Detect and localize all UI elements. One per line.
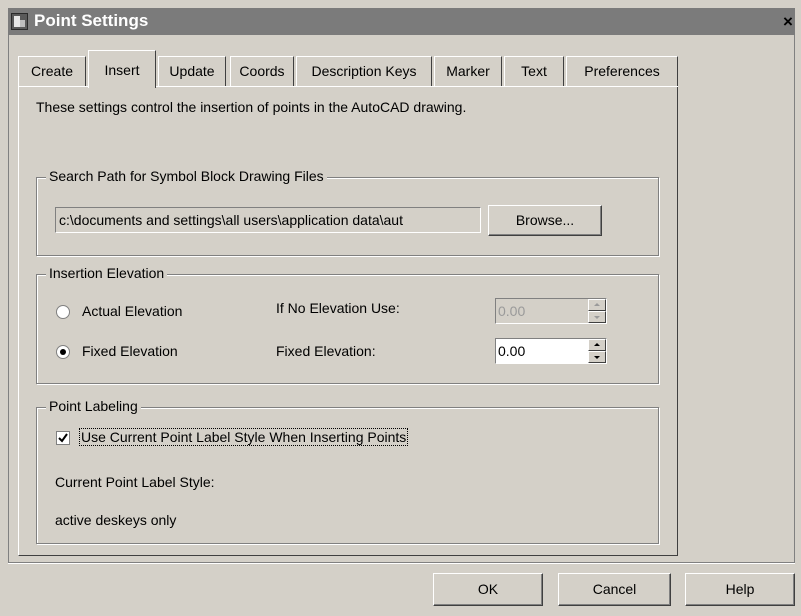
title-bar: Point Settings <box>8 8 795 35</box>
point-labeling-legend: Point Labeling <box>46 398 141 414</box>
close-button[interactable]: × <box>780 13 796 30</box>
fixed-elevation-label[interactable]: Fixed Elevation <box>82 343 178 359</box>
current-style-label: Current Point Label Style: <box>55 474 215 490</box>
browse-button[interactable]: Browse... <box>488 205 602 236</box>
tab-create[interactable]: Create <box>18 56 86 86</box>
fixed-elevation-spinner[interactable]: 0.00 <box>495 338 607 364</box>
tab-update[interactable]: Update <box>158 56 226 86</box>
fixed-elevation-field-label: Fixed Elevation: <box>276 343 376 359</box>
tab-insert[interactable]: Insert <box>88 50 156 88</box>
spin-up-icon <box>588 299 606 311</box>
use-current-label-checkbox[interactable] <box>56 431 70 445</box>
check-icon <box>58 433 68 443</box>
spin-down-icon <box>588 311 606 323</box>
search-path-field[interactable]: c:\documents and settings\all users\appl… <box>55 207 481 233</box>
intro-text: These settings control the insertion of … <box>36 99 467 115</box>
fixed-elevation-value[interactable]: 0.00 <box>498 343 525 359</box>
search-path-legend: Search Path for Symbol Block Drawing Fil… <box>46 168 327 184</box>
insertion-elevation-legend: Insertion Elevation <box>46 265 168 281</box>
tab-marker[interactable]: Marker <box>434 56 502 86</box>
app-icon <box>11 13 28 30</box>
no-elevation-spinner: 0.00 <box>495 298 607 324</box>
help-button[interactable]: Help <box>685 573 795 606</box>
actual-elevation-label[interactable]: Actual Elevation <box>82 303 182 319</box>
fixed-elevation-radio[interactable] <box>56 345 70 359</box>
tab-description-keys[interactable]: Description Keys <box>296 56 432 86</box>
spin-down-icon[interactable] <box>588 351 606 363</box>
tab-preferences[interactable]: Preferences <box>566 56 678 86</box>
ok-button[interactable]: OK <box>433 573 543 606</box>
use-current-label-text[interactable]: Use Current Point Label Style When Inser… <box>79 428 409 446</box>
tab-coords[interactable]: Coords <box>230 56 294 86</box>
insertion-elevation-group <box>36 274 659 384</box>
spin-up-icon[interactable] <box>588 339 606 351</box>
window-title: Point Settings <box>34 11 149 30</box>
tab-text[interactable]: Text <box>504 56 564 86</box>
actual-elevation-radio[interactable] <box>56 305 70 319</box>
no-elevation-value: 0.00 <box>498 303 526 319</box>
no-elevation-label: If No Elevation Use: <box>276 300 400 316</box>
cancel-button[interactable]: Cancel <box>558 573 671 606</box>
current-style-value: active deskeys only <box>55 512 177 528</box>
